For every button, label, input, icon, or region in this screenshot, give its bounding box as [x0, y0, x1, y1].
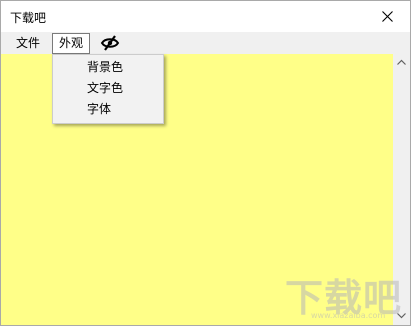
menu-file[interactable]: 文件: [10, 33, 46, 53]
window-title: 下载吧: [10, 11, 47, 25]
menu-item-font[interactable]: 字体: [54, 99, 162, 120]
menu-item-background-color[interactable]: 背景色: [54, 57, 162, 78]
appearance-dropdown-menu: 背景色 文字色 字体: [52, 54, 164, 124]
menu-bar: 文件 外观: [1, 32, 410, 54]
watermark-url: www.xiazaiba.com: [311, 311, 386, 320]
eye-slash-icon[interactable]: [100, 35, 120, 51]
watermark-logo: 下载吧 www.xiazaiba.com: [285, 267, 403, 320]
title-bar: 下载吧: [1, 1, 410, 32]
close-button[interactable]: [366, 1, 410, 32]
menu-item-label: 文字色: [87, 81, 124, 95]
chevron-up-icon: [397, 59, 406, 65]
close-icon: [382, 11, 393, 22]
menu-item-label: 背景色: [87, 60, 124, 74]
menu-appearance[interactable]: 外观: [52, 33, 91, 54]
menu-item-text-color[interactable]: 文字色: [54, 78, 162, 99]
app-window: 下载吧 文件 外观 背景色 文字色 字体 下载吧 www.xiazaiba.co…: [0, 0, 411, 326]
menu-item-label: 字体: [87, 102, 112, 116]
scroll-up-button[interactable]: [393, 54, 410, 71]
